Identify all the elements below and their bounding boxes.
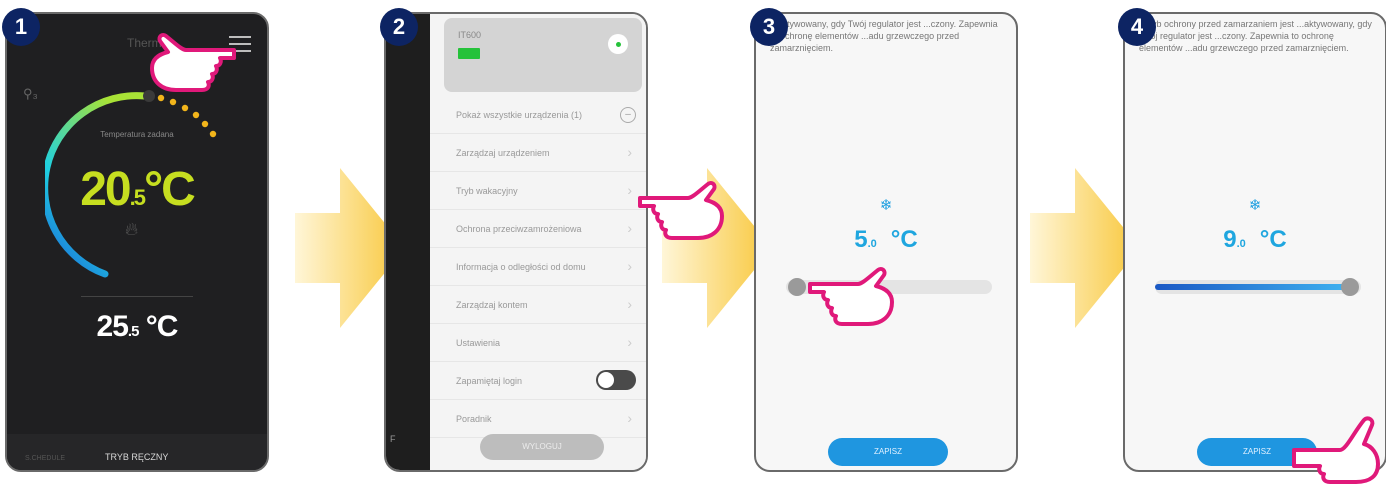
menu-item-label: Zarządzaj kontem bbox=[456, 300, 528, 310]
divider bbox=[81, 296, 193, 297]
menu-item-manage-account[interactable]: Zarządzaj kontem › bbox=[430, 286, 646, 324]
chevron-right-icon: › bbox=[627, 296, 632, 312]
chevron-right-icon: › bbox=[627, 334, 632, 350]
menu-item-label: Tryb wakacyjny bbox=[456, 186, 518, 196]
frost-description: ...aktywowany, gdy Twój regulator jest .… bbox=[770, 19, 998, 53]
minus-circle-icon: – bbox=[620, 107, 636, 123]
menu-item-label: Pokaż wszystkie urządzenia (1) bbox=[456, 110, 583, 120]
menu-item-label: Ustawienia bbox=[456, 338, 501, 348]
menu-item-label: Zapamiętaj login bbox=[456, 376, 523, 386]
side-menu: IT600 Pokaż wszystkie urządzenia (1) – Za… bbox=[430, 14, 646, 470]
slider-knob[interactable] bbox=[1341, 278, 1359, 296]
frost-temperature-slider[interactable] bbox=[1155, 278, 1361, 296]
step-badge-1: 1 bbox=[2, 8, 40, 46]
temperature-label: Temperatura zadana bbox=[100, 130, 174, 139]
hand-pointer-icon bbox=[150, 32, 236, 92]
menu-item-manage-device[interactable]: Zarządzaj urządzeniem › bbox=[430, 134, 646, 172]
frost-temperature: 9.0 °C bbox=[1223, 226, 1287, 253]
menu-item-remember-login: Zapamiętaj login bbox=[430, 362, 646, 400]
menu-item-label: Zarządzaj urządzeniem bbox=[456, 148, 550, 158]
menu-item-guide[interactable]: Poradnik › bbox=[430, 400, 646, 438]
frost-description: ...tryb ochrony przed zamarzaniem jest .… bbox=[1139, 19, 1372, 53]
menu-item-show-all-devices[interactable]: Pokaż wszystkie urządzenia (1) – bbox=[430, 96, 646, 134]
menu-item-label: Informacja o odległości od domu bbox=[456, 262, 586, 272]
chevron-right-icon: › bbox=[627, 220, 632, 236]
chevron-right-icon: › bbox=[627, 410, 632, 426]
set-temperature: 25.5 °C bbox=[96, 310, 179, 343]
device-name: IT600 bbox=[458, 30, 482, 40]
background-screen-strip: F bbox=[386, 14, 430, 470]
step-badge-4: 4 bbox=[1118, 8, 1156, 46]
menu-item-label: Poradnik bbox=[456, 414, 492, 424]
mode-manual-tab[interactable]: TRYB RĘCZNY bbox=[105, 452, 168, 462]
remember-login-toggle[interactable] bbox=[596, 370, 636, 390]
menu-item-vacation-mode[interactable]: Tryb wakacyjny › bbox=[430, 172, 646, 210]
menu-item-distance-info[interactable]: Informacja o odległości od domu › bbox=[430, 248, 646, 286]
step-badge-3: 3 bbox=[750, 8, 788, 46]
snowflake-icon: ❄ bbox=[1248, 197, 1262, 214]
hand-pointer-icon bbox=[638, 180, 724, 240]
save-button[interactable]: ZAPISZ bbox=[828, 438, 948, 466]
frost-temperature: 5.0 °C bbox=[854, 226, 918, 253]
status-indicator bbox=[608, 34, 628, 54]
menu-item-settings[interactable]: Ustawienia › bbox=[430, 324, 646, 362]
slider-knob[interactable] bbox=[788, 278, 806, 296]
phone-screen-frost-protection: ...aktywowany, gdy Twój regulator jest .… bbox=[754, 12, 1018, 472]
phone-screen-menu: F IT600 Pokaż wszystkie urządzenia (1) – … bbox=[384, 12, 648, 472]
chevron-right-icon: › bbox=[627, 144, 632, 160]
mode-schedule-tab[interactable]: S.CHEDULE bbox=[25, 455, 65, 462]
chevron-right-icon: › bbox=[627, 258, 632, 274]
device-card[interactable]: IT600 bbox=[444, 18, 642, 92]
snowflake-icon: ❄ bbox=[879, 197, 893, 214]
current-temperature: 20.5°C bbox=[80, 163, 196, 216]
hand-pointer-icon bbox=[1292, 416, 1380, 484]
menu-item-label: Ochrona przeciwzamrożeniowa bbox=[456, 224, 582, 234]
step-badge-2: 2 bbox=[380, 8, 418, 46]
phone-screen-frost-protection-set: ...tryb ochrony przed zamarzaniem jest .… bbox=[1123, 12, 1386, 472]
logout-button[interactable]: WYLOGUJ bbox=[480, 434, 604, 460]
slider-fill bbox=[1155, 284, 1350, 290]
side-letter: F bbox=[390, 434, 396, 444]
menu-item-frost-protection[interactable]: Ochrona przeciwzamrożeniowa › bbox=[430, 210, 646, 248]
hand-pointer-icon bbox=[808, 266, 894, 326]
battery-icon bbox=[458, 48, 480, 59]
flame-icon: 🔥︎ bbox=[125, 219, 139, 239]
chevron-right-icon: › bbox=[627, 182, 632, 198]
devices-icon[interactable]: ⚲₃ bbox=[23, 86, 38, 102]
